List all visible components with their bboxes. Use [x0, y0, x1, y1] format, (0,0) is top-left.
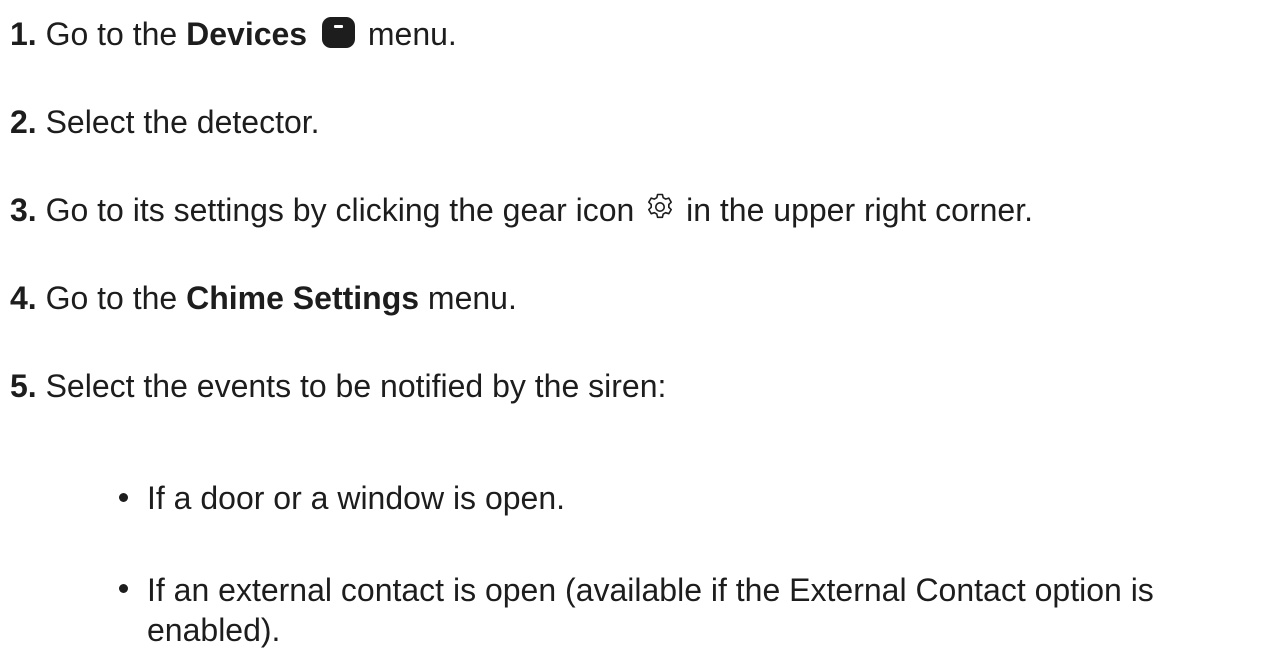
step-text: menu. [419, 280, 517, 316]
step-text: Go to the [45, 16, 187, 52]
step-4: 4. Go to the Chime Settings menu. [10, 278, 517, 318]
step-number: 3. [10, 192, 37, 228]
step-number: 4. [10, 280, 37, 316]
step-text: Select the detector. [45, 104, 320, 140]
step-3: 3. Go to its settings by clicking the ge… [10, 190, 1033, 230]
devices-menu-name: Devices [186, 16, 308, 52]
chime-settings-menu-name: Chime Settings [186, 280, 420, 316]
gear-icon [648, 193, 673, 219]
step-1: 1. Go to the Devices menu. [10, 14, 457, 54]
step-text: Go to its settings by clicking the gear … [45, 192, 635, 228]
step-5: 5. Select the events to be notified by t… [10, 366, 666, 406]
step-text: Select the events to be notified by the … [45, 368, 667, 404]
bullet-dot [119, 584, 128, 593]
step-number: 5. [10, 368, 37, 404]
list-item-text: If a door or a window is open. [147, 480, 566, 516]
step-text: menu. [367, 16, 457, 52]
step-number: 2. [10, 104, 37, 140]
step-number: 1. [10, 16, 37, 52]
list-item-text: If an external contact is open (availabl… [147, 572, 1154, 648]
step-text: Go to the [45, 280, 187, 316]
devices-icon [321, 17, 355, 48]
step-2: 2. Select the detector. [10, 102, 320, 142]
step-text: in the upper right corner. [686, 192, 1033, 228]
bullet-dot [119, 493, 128, 502]
